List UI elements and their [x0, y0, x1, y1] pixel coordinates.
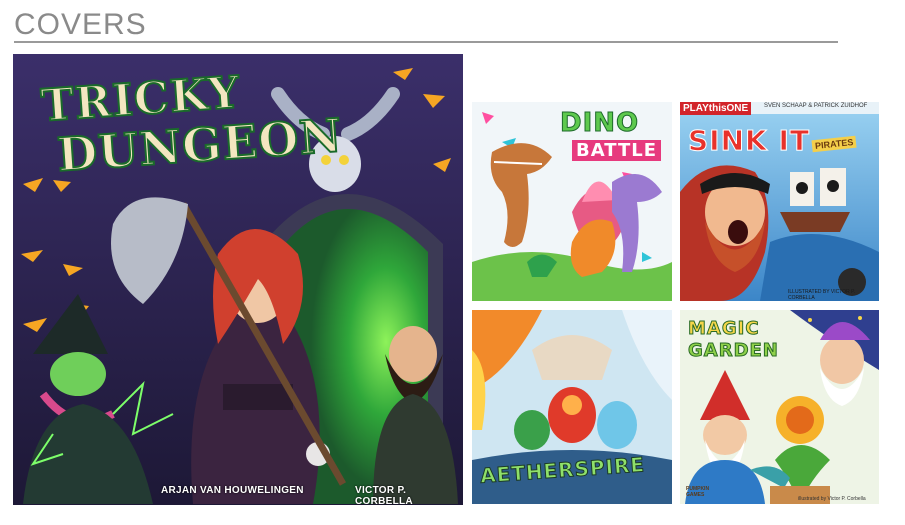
- cover-aetherspire[interactable]: AETHERSPIRE: [472, 310, 672, 504]
- page-heading: COVERS: [14, 8, 147, 41]
- sink-it-authors: SVEN SCHAAP & PATRICK ZUIDHOF: [764, 103, 868, 109]
- cover-sink-it[interactable]: PLAYthisONE SVEN SCHAAP & PATRICK ZUIDHO…: [680, 102, 879, 301]
- heading-divider: [14, 41, 838, 43]
- sink-it-title: SINK IT: [688, 124, 810, 158]
- tricky-dungeon-credit-right: VICTOR P. CORBELLA: [355, 485, 413, 505]
- magic-garden-title-line2: GARDEN: [688, 340, 779, 362]
- cover-magic-garden[interactable]: MAGIC GARDEN PUMPKIN GAMES illustrated b…: [680, 310, 879, 504]
- cover-tricky-dungeon[interactable]: TRICKY DUNGEON ARJAN VAN HOUWELINGEN VIC…: [13, 54, 463, 505]
- cover-dino-battle[interactable]: DINO BATTLE: [472, 102, 672, 301]
- dino-battle-title-line1: DINO: [559, 108, 640, 139]
- tricky-dungeon-credit-left: ARJAN VAN HOUWELINGEN: [161, 485, 304, 496]
- magic-garden-publisher: PUMPKIN GAMES: [686, 486, 710, 498]
- sink-it-publisher: PLAYthisONE: [680, 102, 752, 115]
- magic-garden-title-line1: MAGIC: [688, 318, 760, 340]
- sink-it-illustrator: ILLUSTRATED BY VICTOR P. CORBELLA: [788, 289, 856, 301]
- dino-battle-title-line2: BATTLE: [572, 140, 661, 161]
- magic-garden-illustrator: illustrated by Victor P. Corbella: [798, 496, 866, 502]
